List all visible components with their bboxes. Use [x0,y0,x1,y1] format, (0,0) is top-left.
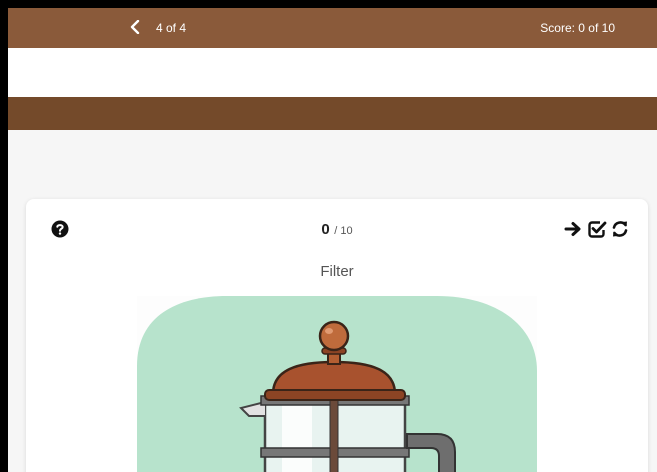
check-square-icon[interactable] [587,219,607,239]
french-press-illustration [137,296,537,472]
section-bar [8,97,657,130]
item-label: Filter [320,263,354,280]
back-button[interactable] [126,18,144,38]
counter-value: 0 [321,221,330,238]
score-display: Score: 0 of 10 [540,21,615,35]
refresh-icon[interactable] [610,219,630,239]
chevron-left-icon [130,19,140,37]
quiz-card: 0 / 10 Filter [26,199,648,472]
counter-total: / 10 [334,225,353,237]
top-nav-bar: 4 of 4 Score: 0 of 10 [8,8,657,48]
header-spacer [8,48,657,98]
app-frame: 4 of 4 Score: 0 of 10 0 / 10 Filter [8,8,657,472]
page-counter: 4 of 4 [156,21,187,35]
arrow-right-icon[interactable] [564,219,584,239]
progress-counter: 0 / 10 [26,221,648,239]
card-actions [564,219,630,239]
